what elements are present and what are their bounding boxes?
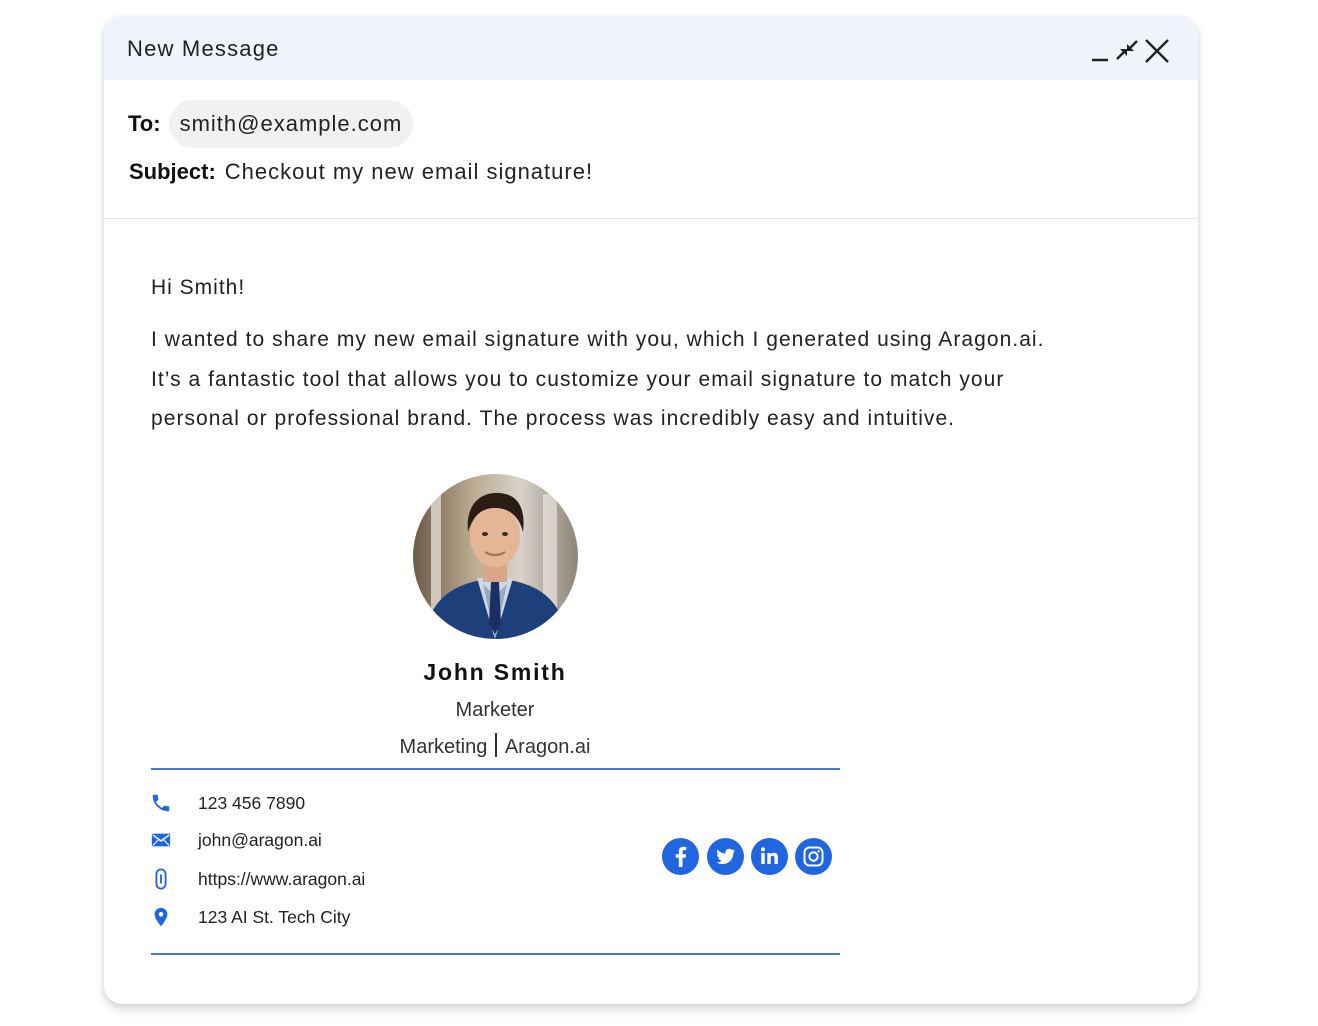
twitter-icon[interactable]	[707, 838, 744, 875]
contact-address: 123 AI St. Tech City	[150, 906, 350, 928]
signature-role: Marketer	[455, 699, 535, 721]
contact-phone: 123 456 7890	[150, 792, 305, 814]
website-text[interactable]: https://www.aragon.ai	[198, 869, 365, 890]
linkedin-icon[interactable]	[751, 838, 788, 875]
body-line: personal or professional brand. The proc…	[151, 407, 956, 430]
org-separator	[495, 733, 497, 757]
contact-website: https://www.aragon.ai	[150, 868, 365, 890]
header-divider	[104, 218, 1198, 219]
signature-organization: Marketing Aragon.ai	[295, 733, 695, 759]
instagram-icon[interactable]	[795, 838, 832, 875]
collapse-icon[interactable]	[1110, 30, 1144, 64]
subject-input[interactable]: Checkout my new email signature!	[225, 159, 593, 185]
body-line: I wanted to share my new email signature…	[151, 328, 1045, 351]
subject-row: Subject: Checkout my new email signature…	[129, 159, 593, 185]
recipient-chip[interactable]: smith@example.com	[168, 100, 414, 148]
email-text[interactable]: john@aragon.ai	[198, 830, 322, 851]
signature-department: Marketing	[399, 736, 488, 758]
message-greeting: Hi Smith!	[151, 276, 246, 299]
body-line: It’s a fantastic tool that allows you to…	[151, 367, 1005, 391]
link-icon	[150, 868, 172, 890]
location-pin-icon	[150, 906, 172, 928]
signature-divider-top	[151, 768, 840, 770]
title-bar: New Message	[104, 16, 1198, 80]
mail-icon	[150, 829, 172, 851]
phone-text[interactable]: 123 456 7890	[198, 793, 305, 814]
avatar	[413, 474, 578, 639]
signature-name: John Smith	[423, 659, 567, 685]
subject-label: Subject:	[129, 159, 216, 184]
window-title: New Message	[127, 36, 280, 61]
signature-company: Aragon.ai	[504, 736, 591, 758]
contact-email: john@aragon.ai	[150, 829, 322, 851]
facebook-icon[interactable]	[662, 838, 699, 875]
to-label: To:	[128, 111, 161, 136]
to-row: To: smith@example.com	[128, 100, 414, 148]
phone-icon	[150, 792, 172, 814]
signature-divider-bottom	[151, 953, 840, 955]
compose-window: New Message To: smith@example.com Subjec…	[104, 16, 1198, 1004]
address-text: 123 AI St. Tech City	[198, 906, 351, 927]
message-body[interactable]: I wanted to share my new email signature…	[151, 320, 1176, 439]
close-icon[interactable]	[1140, 30, 1174, 64]
